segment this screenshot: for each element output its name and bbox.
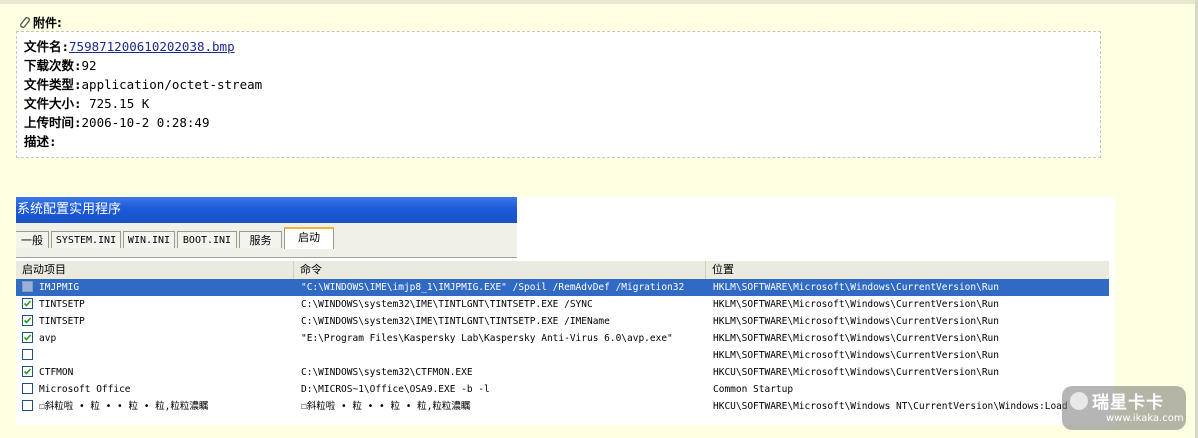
startup-command: C:\WINDOWS\system32\IME\TINTLGNT\TINTSET… <box>301 316 610 327</box>
watermark-title: 瑞星卡卡 <box>1092 393 1164 413</box>
tab-system-ini[interactable]: SYSTEM.INI <box>51 231 121 248</box>
filetype-label: 文件类型: <box>24 77 82 92</box>
tab-win-ini[interactable]: WIN.INI <box>123 231 175 248</box>
checkmark-icon <box>23 368 32 375</box>
filename-row: 文件名:759871200610202038.bmp <box>24 38 1117 55</box>
downloads-value: 92 <box>81 58 97 73</box>
column-command[interactable]: 命令 <box>294 261 706 279</box>
filesize-row: 文件大小: 725.15 K <box>24 95 1117 112</box>
upload-time-row: 上传时间:2006-10-2 0:28:49 <box>24 114 1117 131</box>
window-title-bar[interactable]: 系统配置实用程序 <box>16 197 517 223</box>
startup-item-name: IMJPMIG <box>39 282 80 293</box>
startup-command: C:\WINDOWS\system32\IME\TINTLGNT\TINTSET… <box>301 299 593 310</box>
filesize-label: 文件大小: <box>24 96 82 111</box>
watermark-logo-icon <box>1070 392 1088 410</box>
checkmark-icon <box>23 317 32 324</box>
attachment-header-label: 附件: <box>33 16 62 30</box>
msconfig-screenshot: 系统配置实用程序 一般 SYSTEM.INI WIN.INI BOOT.INI … <box>16 197 1115 425</box>
tab-services[interactable]: 服务 <box>239 231 282 248</box>
window-title: 系统配置实用程序 <box>17 202 122 217</box>
startup-command: "E:\Program Files\Kaspersky Lab\Kaspersk… <box>301 333 673 344</box>
checkbox-checked[interactable] <box>22 315 33 326</box>
checkbox-unchecked[interactable] <box>22 400 33 411</box>
checkbox-unchecked[interactable] <box>22 281 33 292</box>
attachment-header: 附件: <box>17 14 62 31</box>
list-header: 启动项目 命令 位置 <box>16 261 1109 280</box>
checkbox-checked[interactable] <box>22 332 33 343</box>
startup-item-name: TINTSETP <box>39 299 85 310</box>
startup-row[interactable]: TINTSETP C:\WINDOWS\system32\IME\TINTLGNT… <box>16 313 1109 330</box>
startup-command: D:\MICROS~1\Office\OSA9.EXE -b -l <box>301 384 490 395</box>
startup-item-name: Microsoft Office <box>39 384 131 395</box>
startup-item-name: TINTSETP <box>39 316 85 327</box>
startup-command: "C:\WINDOWS\IME\imjp8_1\IMJPMIG.EXE" /Sp… <box>301 282 685 293</box>
column-location[interactable]: 位置 <box>706 261 1109 279</box>
tab-strip: 一般 SYSTEM.INI WIN.INI BOOT.INI 服务 启动 <box>16 223 517 258</box>
watermark-url: www.ikaka.com <box>1106 413 1184 424</box>
attachment-info-box: 文件名:759871200610202038.bmp 下载次数:92 文件类型:… <box>16 31 1101 158</box>
checkbox-unchecked[interactable] <box>22 383 33 394</box>
upload-time-label: 上传时间: <box>24 115 82 130</box>
filename-label: 文件名: <box>24 39 70 54</box>
description-label: 描述: <box>24 134 57 149</box>
startup-row[interactable]: CTFMON C:\WINDOWS\system32\CTFMON.EXE HKCU… <box>16 364 1109 381</box>
startup-location: HKLM\SOFTWARE\Microsoft\Windows\CurrentV… <box>713 316 999 327</box>
startup-location: HKCU\SOFTWARE\Microsoft\Windows\CurrentV… <box>713 367 999 378</box>
startup-row[interactable]: HKLM\SOFTWARE\Microsoft\Windows\CurrentV… <box>16 347 1109 364</box>
top-divider <box>0 0 1198 4</box>
startup-row[interactable]: Microsoft Office D:\MICROS~1\Office\OSA9.… <box>16 381 1109 398</box>
startup-row[interactable]: ☐斜粒啦 • 粒 • • 粒 • 粒,粒粒濃瞩 ☐斜粒啦 • 粒 • • 粒 • … <box>16 398 1109 415</box>
startup-item-name: avp <box>39 333 57 344</box>
checkmark-icon <box>23 300 32 307</box>
description-row: 描述: <box>24 133 1117 150</box>
filesize-value: 725.15 K <box>89 96 150 111</box>
filename-link[interactable]: 759871200610202038.bmp <box>69 39 235 54</box>
filetype-row: 文件类型:application/octet-stream <box>24 76 1117 93</box>
startup-location: HKLM\SOFTWARE\Microsoft\Windows\CurrentV… <box>713 299 999 310</box>
startup-location: HKCU\SOFTWARE\Microsoft\Windows NT\Curre… <box>713 401 1068 412</box>
startup-row[interactable]: TINTSETP C:\WINDOWS\system32\IME\TINTLGNT… <box>16 296 1109 313</box>
startup-location: Common Startup <box>713 384 794 395</box>
startup-item-name: ☐斜粒啦 • 粒 • • 粒 • 粒,粒粒濃瞩 <box>39 401 209 412</box>
tab-general[interactable]: 一般 <box>16 231 49 248</box>
checkmark-icon <box>23 334 32 341</box>
checkbox-unchecked[interactable] <box>22 349 33 360</box>
startup-location: HKLM\SOFTWARE\Microsoft\Windows\CurrentV… <box>713 350 999 361</box>
upload-time-value: 2006-10-2 0:28:49 <box>81 115 210 130</box>
startup-row[interactable]: avp "E:\Program Files\Kaspersky Lab\Kaspe… <box>16 330 1109 347</box>
watermark: 瑞星卡卡 www.ikaka.com <box>1062 386 1186 430</box>
startup-location: HKLM\SOFTWARE\Microsoft\Windows\CurrentV… <box>713 282 999 293</box>
checkbox-checked[interactable] <box>22 298 33 309</box>
startup-command: ☐斜粒啦 • 粒 • • 粒 • 粒,粒粒濃瞩 <box>301 401 471 412</box>
downloads-row: 下载次数:92 <box>24 57 1117 74</box>
checkbox-checked[interactable] <box>22 366 33 377</box>
tab-boot-ini[interactable]: BOOT.INI <box>177 231 237 248</box>
downloads-label: 下载次数: <box>24 58 82 73</box>
filetype-value: application/octet-stream <box>81 77 263 92</box>
startup-command: C:\WINDOWS\system32\CTFMON.EXE <box>301 367 473 378</box>
startup-location: HKLM\SOFTWARE\Microsoft\Windows\CurrentV… <box>713 333 999 344</box>
startup-item-name: CTFMON <box>39 367 74 378</box>
startup-row[interactable]: IMJPMIG "C:\WINDOWS\IME\imjp8_1\IMJPMIG.E… <box>16 279 1109 296</box>
paperclip-icon <box>17 16 31 30</box>
column-startup-item[interactable]: 启动项目 <box>16 261 294 279</box>
tab-startup[interactable]: 启动 <box>284 227 334 249</box>
